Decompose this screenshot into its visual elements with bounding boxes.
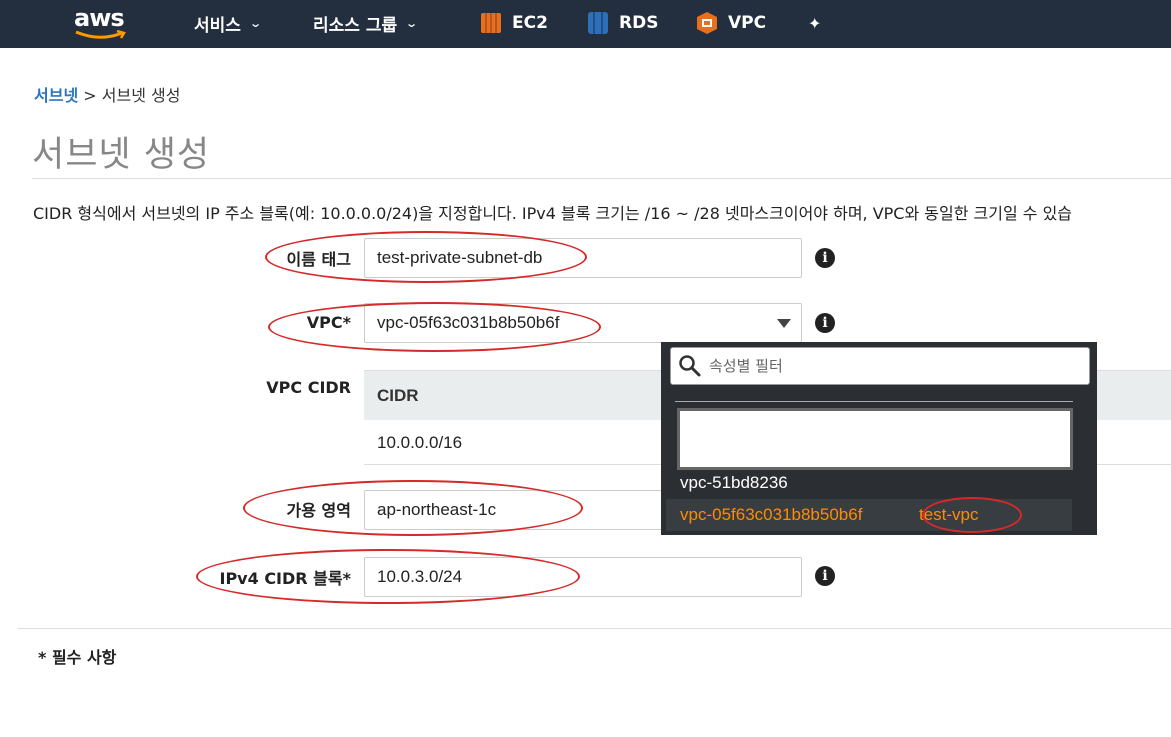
name-tag-info-icon[interactable]: i [815,248,835,268]
name-tag-input[interactable]: test-private-subnet-db [364,238,802,278]
page-description: CIDR 형식에서 서브넷의 IP 주소 블록(예: 10.0.0.0/24)을… [33,204,1073,223]
vpc-info-icon[interactable]: i [815,313,835,333]
vpc-select-value: vpc-05f63c031b8b50b6f [377,313,560,332]
footer-divider [18,628,1171,629]
vpc-select[interactable]: vpc-05f63c031b8b50b6f [364,303,802,343]
ec2-shortcut[interactable]: EC2 [480,10,548,36]
filter-input[interactable] [709,348,1079,384]
breadcrumb: 서브넷 > 서브넷 생성 [34,82,180,106]
dropdown-option-selected[interactable]: vpc-05f63c031b8b50b6f test-vpc [666,499,1072,531]
vpc-icon [697,12,717,34]
pin-icon: ✦ [808,13,822,33]
vpc-dropdown-panel: vpc-51bd8236 vpc-05f63c031b8b50b6f test-… [661,342,1097,535]
search-icon [679,355,701,377]
top-navigation-bar: aws 서비스 ⌄ 리소스 그룹 ⌄ EC2 RDS VPC ✦ [0,0,1171,48]
name-tag-label: 이름 태그 [286,250,351,269]
availability-zone-label: 가용 영역 [286,501,351,520]
ipv4-cidr-label: IPv4 CIDR 블록* [219,569,352,588]
rds-shortcut[interactable]: RDS [587,10,658,36]
option-vpc-id: vpc-05f63c031b8b50b6f [680,505,863,524]
caret-down-icon [777,319,791,328]
vpc-shortcut[interactable]: VPC [696,10,766,36]
aws-logo-text: aws [74,4,125,32]
option-vpc-id: vpc-51bd8236 [680,473,788,492]
services-menu[interactable]: 서비스 ⌄ [194,10,262,36]
vpc-label: VPC [728,13,767,33]
dropdown-empty-option[interactable] [677,408,1073,470]
pin-button[interactable]: ✦ [808,10,821,36]
rds-icon [588,12,608,34]
services-label: 서비스 [194,15,241,36]
dropdown-filter-box[interactable] [670,347,1090,385]
ipv4-cidr-info-icon[interactable]: i [815,566,835,586]
chevron-down-icon: ⌄ [405,16,419,30]
breadcrumb-current: 서브넷 생성 [101,86,181,105]
chevron-down-icon: ⌄ [249,16,262,30]
resource-groups-label: 리소스 그룹 [313,15,398,36]
rds-label: RDS [619,13,659,33]
breadcrumb-separator: > [78,86,102,105]
title-divider [32,178,1171,179]
ipv4-cidr-input[interactable]: 10.0.3.0/24 [364,557,802,597]
ec2-icon [481,13,501,33]
breadcrumb-subnets-link[interactable]: 서브넷 [34,86,78,105]
dropdown-option[interactable]: vpc-51bd8236 [666,467,1072,499]
dropdown-divider [675,401,1073,402]
vpc-label: VPC* [306,313,351,332]
required-fields-note: * 필수 사항 [38,648,117,667]
option-vpc-name-tag: test-vpc [919,505,979,524]
smile-arrow-icon [75,30,126,39]
page-title: 서브넷 생성 [32,135,211,175]
resource-groups-menu[interactable]: 리소스 그룹 ⌄ [313,10,419,36]
ec2-label: EC2 [512,13,548,33]
aws-logo[interactable]: aws [74,4,130,40]
vpc-cidr-label: VPC CIDR [266,378,351,397]
